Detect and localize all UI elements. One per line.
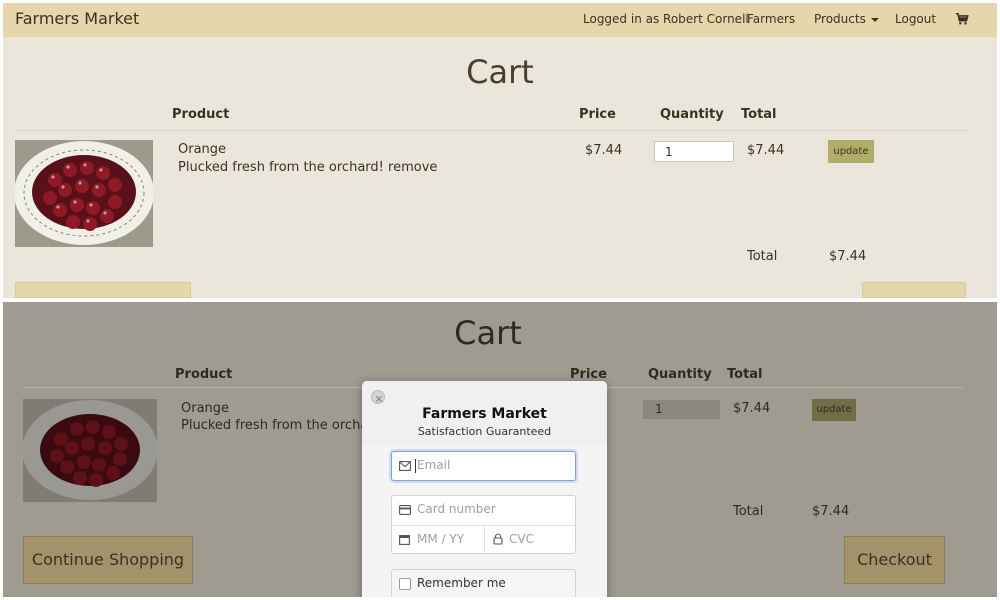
- checkout-button[interactable]: Checkout: [844, 536, 945, 584]
- summary-total-label: Total: [747, 249, 778, 264]
- modal-subtitle: Satisfaction Guaranteed: [417, 425, 552, 438]
- quantity-input-dimmed[interactable]: 1: [643, 400, 720, 419]
- calendar-icon: [399, 535, 410, 545]
- product-image[interactable]: [15, 140, 153, 247]
- cart-title: Cart: [466, 53, 534, 91]
- product-name-dimmed: Orange: [181, 401, 230, 416]
- nav-products-label: Products: [814, 12, 866, 26]
- envelope-icon: [399, 461, 411, 471]
- credit-card-icon: [399, 505, 411, 515]
- update-button-dimmed[interactable]: update: [812, 399, 856, 421]
- nav-logout[interactable]: Logout: [895, 12, 936, 26]
- navbar: Farmers Market Logged in as Robert Corne…: [3, 3, 997, 37]
- cart-title-dimmed: Cart: [454, 314, 522, 352]
- close-icon: [375, 395, 383, 403]
- cvc-placeholder: CVC: [509, 532, 534, 546]
- header-product-dimmed: Product: [175, 367, 233, 382]
- close-button[interactable]: [371, 390, 385, 404]
- remove-link[interactable]: remove: [388, 160, 437, 175]
- item-price: $7.44: [585, 143, 623, 158]
- email-field[interactable]: Email: [391, 451, 576, 481]
- header-total: Total: [741, 107, 777, 122]
- remember-me-label: Remember me: [417, 576, 506, 590]
- header-price: Price: [579, 107, 616, 122]
- email-placeholder: Email: [417, 458, 451, 472]
- product-name: Orange: [178, 142, 227, 157]
- caret-down-icon: [870, 17, 879, 22]
- brand-link[interactable]: Farmers Market: [15, 9, 139, 28]
- summary-total-label-dimmed: Total: [733, 504, 764, 519]
- continue-shopping-button-partial[interactable]: [15, 282, 191, 298]
- quantity-input[interactable]: 1: [654, 141, 734, 162]
- card-number-field[interactable]: Card number: [392, 496, 575, 525]
- card-number-placeholder: Card number: [417, 502, 496, 516]
- summary-total-value: $7.44: [829, 249, 867, 264]
- product-description-row: Plucked fresh from the orchard! remove: [178, 159, 437, 177]
- modal-title: Farmers Market: [422, 406, 547, 422]
- summary-total-value-dimmed: $7.44: [812, 504, 850, 519]
- remember-me-row[interactable]: Remember me: [391, 569, 576, 597]
- text-cursor: [415, 459, 416, 473]
- item-total-dimmed: $7.44: [733, 401, 771, 416]
- nav-products-dropdown[interactable]: Products: [814, 12, 879, 26]
- header-product: Product: [172, 107, 230, 122]
- product-description-dimmed: Plucked fresh from the orchard!: [181, 418, 387, 433]
- expiry-placeholder: MM / YY: [417, 532, 465, 546]
- remember-me-checkbox[interactable]: [399, 578, 411, 590]
- cart-page-normal: Farmers Market Logged in as Robert Corne…: [3, 3, 997, 298]
- table-divider: [15, 130, 967, 131]
- nav-farmers[interactable]: Farmers: [747, 12, 795, 26]
- product-image-dimmed[interactable]: [23, 399, 157, 502]
- shopping-cart-icon[interactable]: [955, 12, 969, 26]
- logged-in-link[interactable]: Logged in as Robert Cornell: [583, 12, 749, 26]
- header-price-dimmed: Price: [570, 367, 607, 382]
- item-total: $7.44: [747, 143, 785, 158]
- card-fields: Card number MM / YY CVC: [391, 495, 577, 555]
- cart-page-checkout-overlay: Cart Product Price Quantity Total Orange…: [3, 302, 997, 597]
- continue-shopping-button[interactable]: Continue Shopping: [23, 536, 193, 584]
- header-quantity-dimmed: Quantity: [648, 367, 712, 382]
- product-description: Plucked fresh from the orchard!: [178, 160, 384, 175]
- cvc-field[interactable]: CVC: [485, 526, 577, 555]
- header-total-dimmed: Total: [727, 367, 763, 382]
- checkout-button-partial[interactable]: [862, 282, 966, 298]
- lock-icon: [493, 533, 503, 545]
- expiry-field[interactable]: MM / YY: [392, 526, 484, 555]
- update-button[interactable]: update: [828, 140, 874, 163]
- header-quantity: Quantity: [660, 107, 724, 122]
- checkout-modal: Farmers Market Satisfaction Guaranteed E…: [362, 381, 607, 597]
